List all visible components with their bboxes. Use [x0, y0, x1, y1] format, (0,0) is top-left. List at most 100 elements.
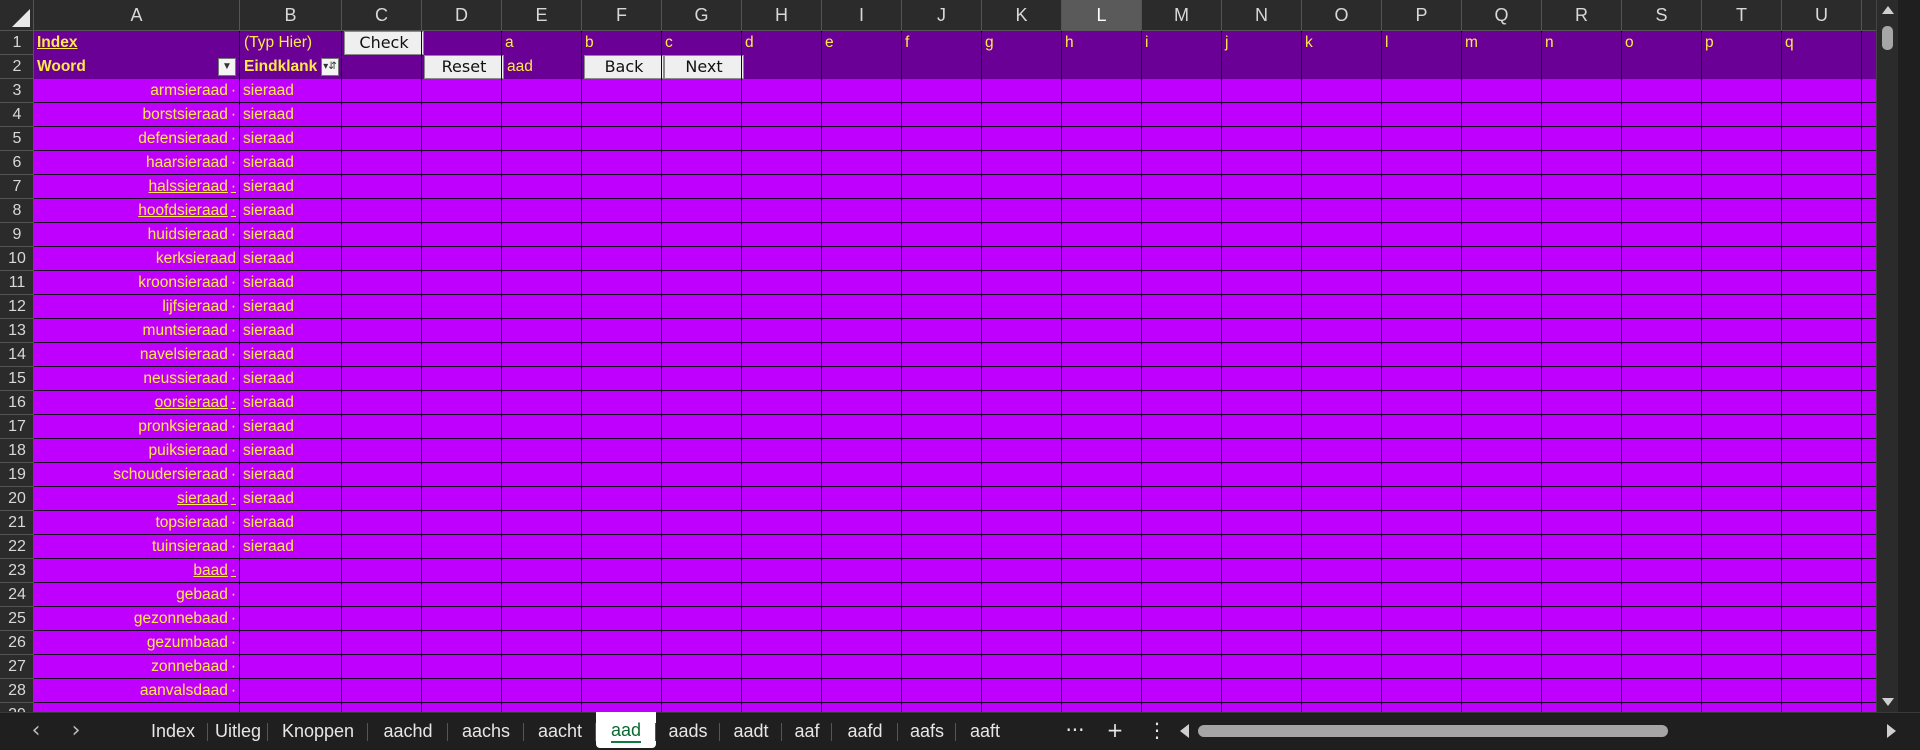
row-header-1[interactable]: 1: [0, 31, 33, 55]
letter-cell-e[interactable]: e: [822, 31, 902, 55]
cell-b1-typ-hier[interactable]: (Typ Hier): [241, 31, 343, 55]
eindklank-cell[interactable]: sieraad: [240, 295, 342, 319]
row-header-24[interactable]: 24: [0, 583, 33, 607]
check-button[interactable]: Check: [344, 31, 424, 55]
word-cell[interactable]: halssieraad: [34, 175, 240, 199]
column-header-k[interactable]: K: [982, 0, 1062, 31]
word-cell[interactable]: neussieraad: [34, 367, 240, 391]
letter-cell-j[interactable]: j: [1222, 31, 1302, 55]
letter-cell-f[interactable]: f: [902, 31, 982, 55]
sheet-tab-aachs[interactable]: aachs: [448, 713, 524, 749]
eindklank-cell[interactable]: [240, 655, 342, 679]
word-cell[interactable]: schoudersieraad: [34, 463, 240, 487]
sheet-tab-aads[interactable]: aads: [656, 713, 720, 749]
row-header-29[interactable]: 29: [0, 703, 33, 712]
column-header-u[interactable]: U: [1782, 0, 1862, 31]
filter-dropdown-icon[interactable]: ▼: [218, 58, 236, 76]
sheet-tab-uitleg[interactable]: Uitleg: [208, 713, 268, 749]
row-header-9[interactable]: 9: [0, 223, 33, 247]
row-header-7[interactable]: 7: [0, 175, 33, 199]
word-cell[interactable]: zonnebaad: [34, 655, 240, 679]
word-cell[interactable]: borstsieraad: [34, 103, 240, 127]
column-header-p[interactable]: P: [1382, 0, 1462, 31]
letter-cell-d[interactable]: d: [742, 31, 822, 55]
sheet-tab-aadt[interactable]: aadt: [720, 713, 782, 749]
eindklank-cell[interactable]: sieraad: [240, 79, 342, 103]
cell-a2-woord[interactable]: Woord: [34, 55, 240, 79]
vertical-scroll-thumb[interactable]: [1882, 26, 1893, 50]
eindklank-cell[interactable]: sieraad: [240, 223, 342, 247]
column-header-o[interactable]: O: [1302, 0, 1382, 31]
row-header-10[interactable]: 10: [0, 247, 33, 271]
column-header-b[interactable]: B: [240, 0, 342, 31]
row-header-3[interactable]: 3: [0, 79, 33, 103]
eindklank-cell[interactable]: sieraad: [240, 535, 342, 559]
add-sheet-icon[interactable]: +: [1100, 713, 1130, 749]
eindklank-cell[interactable]: sieraad: [240, 271, 342, 295]
row-header-12[interactable]: 12: [0, 295, 33, 319]
sheet-tab-aacht[interactable]: aacht: [524, 713, 596, 749]
eindklank-cell[interactable]: sieraad: [240, 367, 342, 391]
column-header-r[interactable]: R: [1542, 0, 1622, 31]
word-cell[interactable]: aanvalsdaad: [34, 679, 240, 703]
column-header-h[interactable]: H: [742, 0, 822, 31]
row-header-22[interactable]: 22: [0, 535, 33, 559]
eindklank-cell[interactable]: sieraad: [240, 247, 342, 271]
row-header-2[interactable]: 2: [0, 55, 33, 79]
eindklank-cell[interactable]: sieraad: [240, 127, 342, 151]
scroll-down-icon[interactable]: [1882, 698, 1894, 706]
letter-cell-g[interactable]: g: [982, 31, 1062, 55]
eindklank-cell[interactable]: [240, 583, 342, 607]
word-cell[interactable]: pronksieraad: [34, 415, 240, 439]
letter-cell-q[interactable]: q: [1782, 31, 1862, 55]
row-header-5[interactable]: 5: [0, 127, 33, 151]
eindklank-cell[interactable]: sieraad: [240, 415, 342, 439]
word-cell[interactable]: oorsieraad: [34, 391, 240, 415]
word-cell[interactable]: kerksieraad: [34, 247, 240, 271]
word-cell[interactable]: huidsieraad: [34, 223, 240, 247]
eindklank-cell[interactable]: sieraad: [240, 175, 342, 199]
sheet-tab-aafs[interactable]: aafs: [898, 713, 956, 749]
word-cell[interactable]: topsieraad: [34, 511, 240, 535]
word-cell[interactable]: hoofdsieraad: [34, 199, 240, 223]
scroll-up-icon[interactable]: [1882, 6, 1894, 14]
letter-cell-p[interactable]: p: [1702, 31, 1782, 55]
eindklank-cell[interactable]: sieraad: [240, 511, 342, 535]
eindklank-cell[interactable]: [240, 679, 342, 703]
letter-cell-h[interactable]: h: [1062, 31, 1142, 55]
word-cell[interactable]: baad: [34, 559, 240, 583]
column-header-m[interactable]: M: [1142, 0, 1222, 31]
column-header-n[interactable]: N: [1222, 0, 1302, 31]
row-header-4[interactable]: 4: [0, 103, 33, 127]
sheet-tab-index[interactable]: Index: [138, 713, 208, 749]
row-header-20[interactable]: 20: [0, 487, 33, 511]
eindklank-cell[interactable]: sieraad: [240, 487, 342, 511]
sheet-tab-aafd[interactable]: aafd: [832, 713, 898, 749]
scroll-right-icon[interactable]: [1887, 724, 1896, 738]
column-header-c[interactable]: C: [342, 0, 422, 31]
word-cell[interactable]: gezumbaad: [34, 631, 240, 655]
next-button[interactable]: Next: [664, 55, 744, 79]
row-header-6[interactable]: 6: [0, 151, 33, 175]
row-header-13[interactable]: 13: [0, 319, 33, 343]
word-cell[interactable]: muntsieraad: [34, 319, 240, 343]
row-header-16[interactable]: 16: [0, 391, 33, 415]
sheet-tab-aad[interactable]: aad: [596, 712, 656, 748]
vertical-scrollbar[interactable]: [1876, 0, 1898, 712]
letter-cell-m[interactable]: m: [1462, 31, 1542, 55]
column-header-d[interactable]: D: [422, 0, 502, 31]
eindklank-cell[interactable]: sieraad: [240, 319, 342, 343]
letter-cell-c[interactable]: c: [662, 31, 742, 55]
column-header-j[interactable]: J: [902, 0, 982, 31]
back-button[interactable]: Back: [584, 55, 664, 79]
word-cell[interactable]: sieraad: [34, 487, 240, 511]
cell-grid[interactable]: Index (Typ Hier) Check abcdefghijklmnopq…: [34, 31, 1898, 712]
word-cell[interactable]: armsieraad: [34, 79, 240, 103]
horizontal-scrollbar[interactable]: [1178, 721, 1898, 741]
row-header-14[interactable]: 14: [0, 343, 33, 367]
letter-cell-i[interactable]: i: [1142, 31, 1222, 55]
filter-sort-icon[interactable]: ▾⇵: [321, 58, 339, 76]
row-header-26[interactable]: 26: [0, 631, 33, 655]
column-header-i[interactable]: I: [822, 0, 902, 31]
letter-cell-o[interactable]: o: [1622, 31, 1702, 55]
